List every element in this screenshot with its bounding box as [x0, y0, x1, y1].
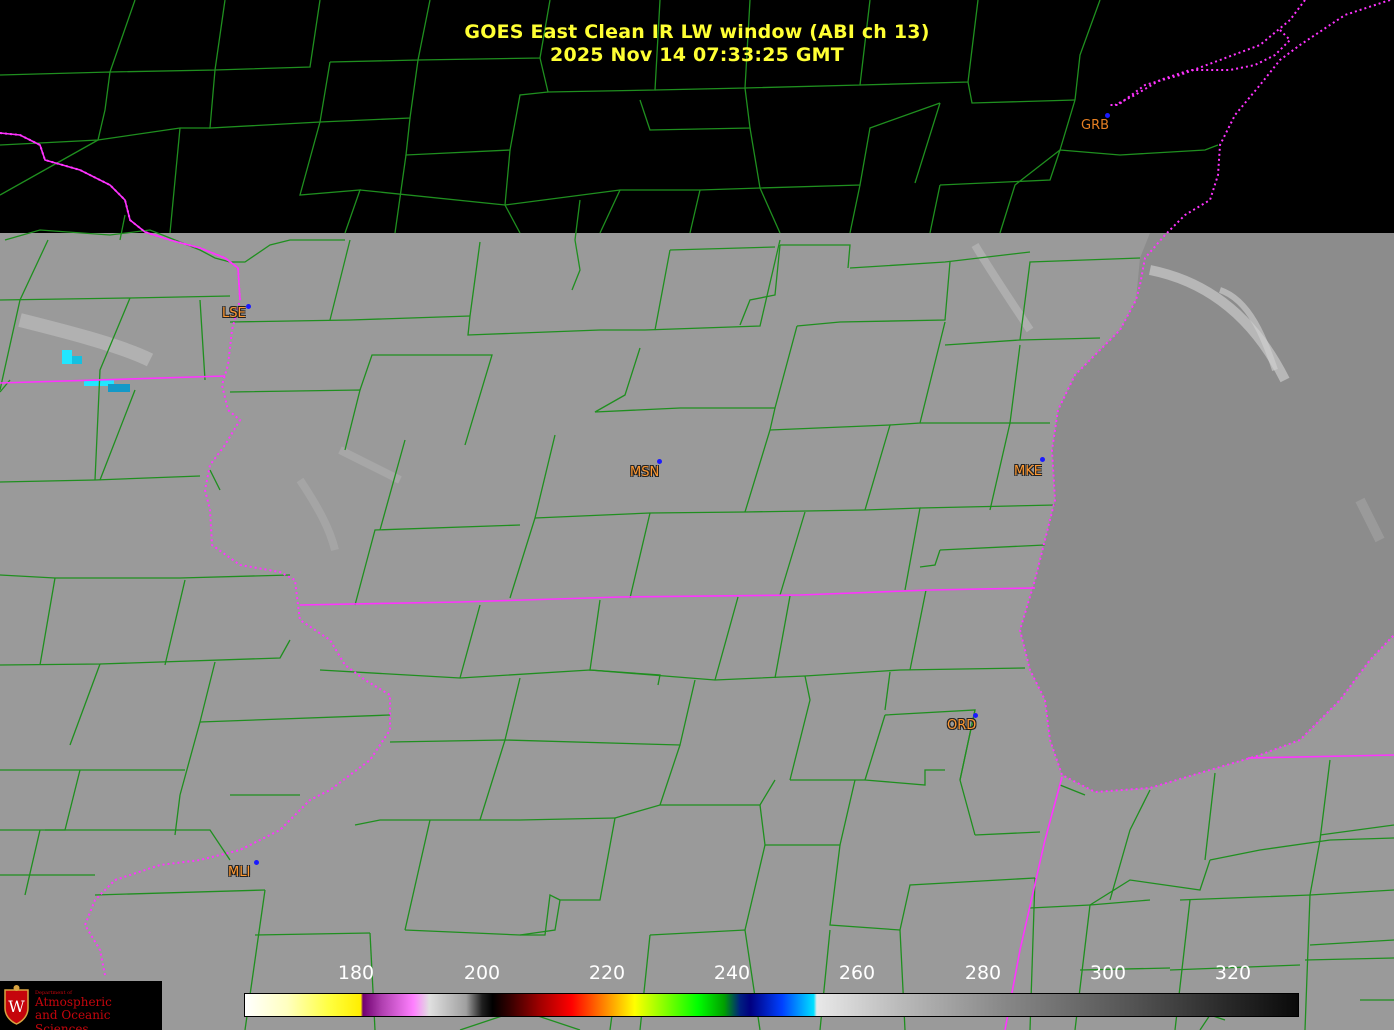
station-label-grb: GRB	[1081, 118, 1110, 133]
state-boundaries	[0, 0, 1394, 1030]
logo-line1: Atmospheric	[35, 995, 112, 1009]
colorbar-tick: 220	[588, 962, 626, 984]
station-label-mli: MLI	[228, 865, 251, 880]
station-label-lse: LSE	[222, 306, 246, 321]
colorbar-tick: 200	[463, 962, 501, 984]
station-label-mke: MKE	[1014, 464, 1042, 479]
aos-logo: W Department of Atmospheric and Oceanic …	[0, 981, 162, 1030]
logo-shield-letter: W	[8, 997, 25, 1016]
colorbar-tick: 180	[337, 962, 375, 984]
image-title: GOES East Clean IR LW window (ABI ch 13)	[464, 21, 930, 43]
uw-crest-icon: W	[4, 985, 29, 1025]
temperature-colorbar	[244, 993, 1299, 1017]
station-label-ord: ORD	[947, 718, 977, 733]
colorbar-tick: 240	[713, 962, 751, 984]
image-timestamp: 2025 Nov 14 07:33:25 GMT	[550, 44, 844, 66]
colorbar-tick: 260	[838, 962, 876, 984]
colorbar-tick: 280	[964, 962, 1002, 984]
map-boundaries	[0, 0, 1394, 1030]
colorbar-tick-labels: 180 200 220 240 260 280 300 320	[0, 962, 1394, 986]
station-dot-msn	[657, 459, 662, 464]
station-label-msn: MSN	[630, 465, 660, 480]
colorbar-tick: 320	[1214, 962, 1252, 984]
county-boundaries	[0, 0, 1394, 1030]
satellite-map: GOES East Clean IR LW window (ABI ch 13)…	[0, 0, 1394, 1030]
station-dot-mke	[1040, 457, 1045, 462]
station-dot-mli	[254, 860, 259, 865]
logo-line2: and Oceanic Sciences	[35, 1008, 111, 1030]
station-dot-lse	[246, 304, 251, 309]
colorbar-tick: 300	[1089, 962, 1127, 984]
